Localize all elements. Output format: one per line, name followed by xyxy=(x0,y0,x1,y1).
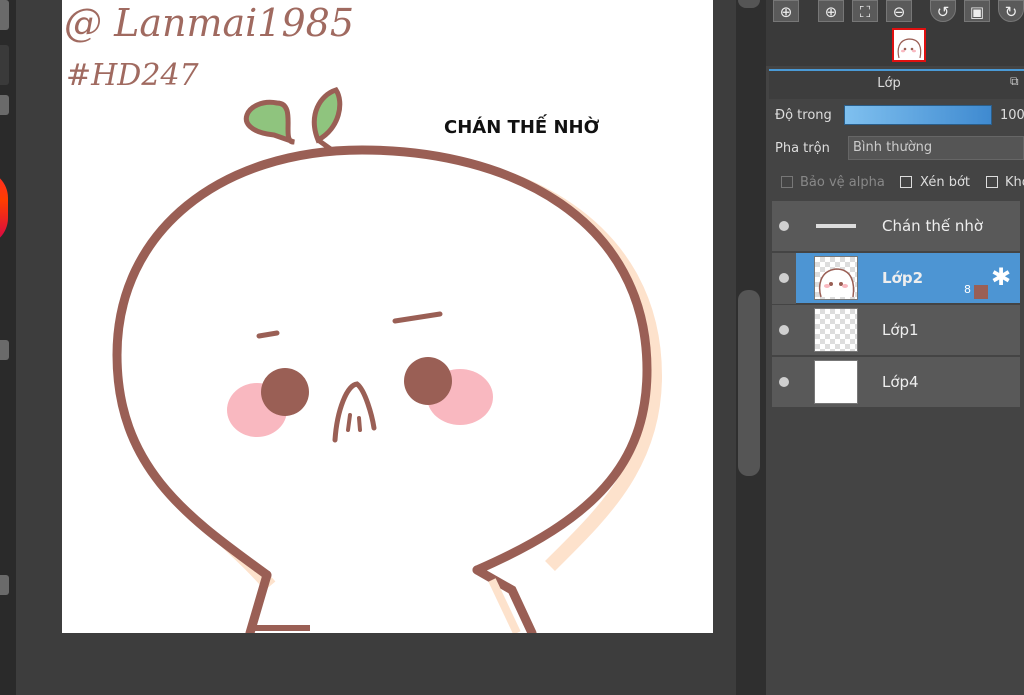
signature-line1: @ Lanmai1985 xyxy=(64,1,354,45)
opacity-slider[interactable] xyxy=(844,105,992,125)
navigator-thumbnail[interactable] xyxy=(892,28,926,62)
layer-name: Lớp4 xyxy=(882,373,919,391)
collapse-button[interactable] xyxy=(0,95,9,115)
signature-line2: #HD247 xyxy=(66,58,200,93)
canvas-paper[interactable]: @ Lanmai1985 #HD247 CHÁN THẾ NHỜ xyxy=(62,0,713,633)
layer-row[interactable]: Lớp4 xyxy=(772,357,1020,408)
layer-name: Lớp1 xyxy=(882,321,919,339)
layer-panel-title: Lớp xyxy=(877,76,901,91)
head-outline xyxy=(112,145,652,580)
navigator-thumbnail-drawing xyxy=(897,38,922,59)
sprout-icon xyxy=(243,87,343,153)
collapse-button-3[interactable] xyxy=(0,575,9,595)
blend-mode-label: Pha trộn xyxy=(775,141,830,156)
visibility-eye-icon[interactable] xyxy=(779,325,789,335)
visibility-eye-icon[interactable] xyxy=(779,377,789,387)
clipping-checkbox[interactable] xyxy=(900,176,912,188)
canvas-drawing: @ Lanmai1985 #HD247 CHÁN THẾ NHỜ xyxy=(64,1,663,633)
strip-handle[interactable] xyxy=(0,45,9,85)
layer-thumbnail xyxy=(814,256,858,300)
visibility-eye-icon[interactable] xyxy=(779,273,789,283)
lock-label: Khó xyxy=(1005,175,1024,190)
layer-name: Lớp2 xyxy=(882,269,924,287)
opacity-label: Độ trong xyxy=(775,108,832,123)
layer-row[interactable]: Chán thế nhờ xyxy=(772,201,1020,252)
right-eye xyxy=(404,357,452,405)
opacity-value: 100 xyxy=(1000,108,1024,123)
canvas-caption: CHÁN THẾ NHỜ xyxy=(444,114,600,138)
fullscreen-icon[interactable]: ▣ xyxy=(964,0,990,22)
zoom-in-icon[interactable]: ⊕ xyxy=(818,0,844,22)
blend-mode-select[interactable]: Bình thường xyxy=(848,136,1024,160)
fit-screen-icon[interactable]: ⛶ xyxy=(852,0,878,22)
protect-alpha-checkbox[interactable] xyxy=(781,176,793,188)
zoom-out-icon[interactable]: ⊖ xyxy=(886,0,912,22)
left-eye xyxy=(261,368,309,416)
layer-name: Chán thế nhờ xyxy=(882,217,984,235)
layer-thumbnail xyxy=(814,204,858,248)
strip-handle-top[interactable] xyxy=(0,0,9,30)
zoom-actual-icon[interactable]: ⊕ xyxy=(773,0,799,22)
layer-row-selected[interactable]: Lớp2 8 ✱ xyxy=(772,253,1020,304)
layer-row[interactable]: Lớp1 xyxy=(772,305,1020,356)
layer-thumb-drawing xyxy=(818,268,855,298)
layer-thumbnail xyxy=(814,360,858,404)
scrollbar-thumb[interactable] xyxy=(738,290,760,476)
protect-alpha-label: Bảo vệ alpha xyxy=(800,175,885,190)
visibility-eye-icon[interactable] xyxy=(779,221,789,231)
gear-icon[interactable]: ✱ xyxy=(991,265,1011,289)
text-layer-thumb xyxy=(816,224,856,228)
layer-badge: 8 xyxy=(964,283,971,296)
layer-thumbnail xyxy=(814,308,858,352)
collapse-button-2[interactable] xyxy=(0,340,9,360)
clipping-label: Xén bớt xyxy=(920,175,970,190)
lock-checkbox[interactable] xyxy=(986,176,998,188)
popout-icon[interactable]: ⧉ xyxy=(1010,74,1019,89)
layer-color-swatch xyxy=(974,285,988,299)
